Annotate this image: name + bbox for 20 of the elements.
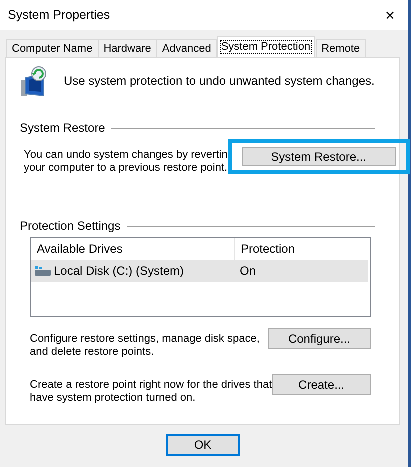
group-heading: Protection Settings [20, 219, 387, 233]
tab[interactable]: Computer Name [6, 39, 99, 57]
action-description: Configure restore settings, manage disk space, and delete restore points. [30, 333, 260, 359]
intro-text: Use system protection to undo unwanted system changes. [64, 74, 375, 88]
create-button[interactable]: Create... [272, 374, 371, 395]
tab[interactable]: Advanced [156, 39, 218, 57]
group-heading: System Restore [20, 121, 387, 135]
action-description: Create a restore point right now for the drives that have system protection turned on. [30, 379, 272, 405]
protection-status: On [239, 264, 258, 278]
drive-icon [35, 266, 51, 276]
ok-button[interactable]: OK [166, 434, 240, 456]
tab[interactable]: Remote [316, 39, 366, 57]
column-header[interactable]: Available Drives [31, 242, 234, 256]
tab[interactable]: System Protection [217, 36, 315, 57]
restore-description: You can undo system changes by revertin your computer to a previous restore point. [24, 149, 228, 175]
close-icon[interactable]: ✕ [385, 8, 400, 22]
drive-name[interactable]: Local Disk (C:) (System) [54, 264, 184, 278]
window-title: System Properties [8, 8, 110, 22]
configure-button[interactable]: Configure... [268, 328, 371, 349]
system-restore-button[interactable]: System Restore... [242, 147, 396, 166]
